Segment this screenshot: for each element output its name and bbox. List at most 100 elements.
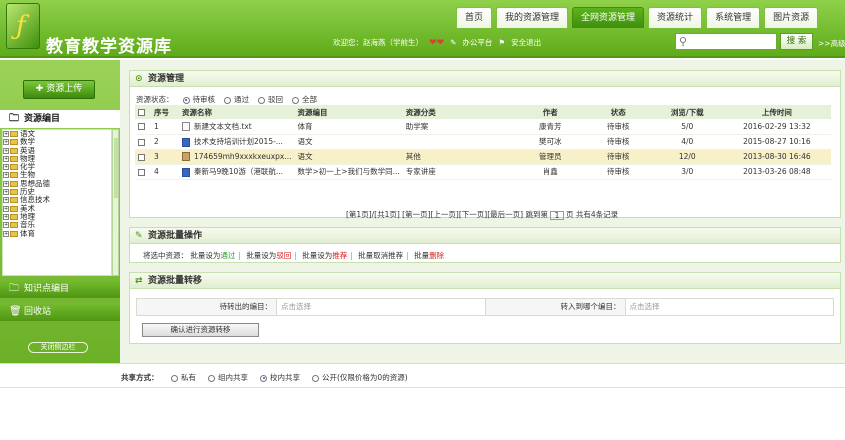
search-button[interactable]: 搜 索 <box>780 33 813 50</box>
status-rejected-radio[interactable]: 驳回 <box>258 94 283 105</box>
share-group-radio[interactable]: 组内共享 <box>208 372 248 383</box>
row-select-cell <box>135 164 151 180</box>
logout-link[interactable]: 安全退出 <box>511 37 541 48</box>
catalog-tree: + 语文 + 数学 + 英语 + 物理 + 化学 + 生物 + 思想品德 + 历史 + 信息技术 … <box>2 129 112 276</box>
batch-delete-link[interactable]: 批量删除 <box>414 251 444 260</box>
tab-my-resources[interactable]: 我的资源管理 <box>496 7 569 28</box>
batch-approve-link[interactable]: 批量设为通过 <box>190 251 235 260</box>
top-header: ƒ 教育教学资源库 首页 我的资源管理 全网资源管理 资源统计 系统管理 图片资… <box>0 0 845 58</box>
share-school-radio[interactable]: 校内共享 <box>260 372 300 383</box>
folder-icon <box>10 205 18 212</box>
share-mode-bar: 共享方式： 私有 组内共享 校内共享 公开(仅限价格为0的资源) <box>0 363 845 388</box>
office-link[interactable]: 办公平台 <box>462 37 492 48</box>
status-all-radio[interactable]: 全部 <box>292 94 317 105</box>
folder-icon <box>10 155 18 162</box>
expand-icon[interactable]: + <box>3 164 9 171</box>
transfer-icon: ⇄ <box>135 276 143 286</box>
upload-button[interactable]: ✚ 资源上传 <box>23 80 95 99</box>
status-pending-radio[interactable]: 待审核 <box>182 94 215 105</box>
batch-reject-link[interactable]: 批量设为驳回 <box>246 251 291 260</box>
to-catalog-label: 转入到哪个编目： <box>485 299 626 315</box>
tab-system[interactable]: 系统管理 <box>706 7 761 28</box>
row-checkbox[interactable] <box>138 123 145 131</box>
section-resource-catalog[interactable]: 🗀 资源编目 <box>0 110 120 128</box>
expand-icon[interactable]: + <box>3 197 9 204</box>
author-cell: 康青芳 <box>515 119 585 135</box>
status-cell: 待审核 <box>584 119 652 135</box>
author-cell: 肖鑫 <box>515 164 585 180</box>
resource-name-link[interactable]: 新建文本文档.txt <box>194 122 252 131</box>
tree-item[interactable]: + 体育 <box>3 229 111 238</box>
expand-icon[interactable]: + <box>3 230 9 237</box>
table-row[interactable]: 3 174659mh9xxxkxeuxpx... 语文 其他 管理员 待审核 1… <box>135 149 831 165</box>
app-title: 教育教学资源库 <box>46 37 172 57</box>
panel-title: ⊙ 资源管理 <box>130 71 840 87</box>
tab-images[interactable]: 图片资源 <box>764 7 819 28</box>
welcome-bar: 欢迎您：赵海燕（学前生） ❤❤ ✎ 办公平台 ⚑ 安全退出 <box>333 37 541 48</box>
scroll-thumb[interactable] <box>114 138 118 198</box>
section-recycle-bin[interactable]: 🗑 回收站 <box>0 303 120 321</box>
tab-home[interactable]: 首页 <box>456 7 493 28</box>
author-cell: 管理员 <box>515 149 585 165</box>
tree-scrollbar[interactable] <box>112 129 119 276</box>
row-select-cell <box>135 119 151 135</box>
resource-name-link[interactable]: 174659mh9xxxkxeuxpx... <box>194 152 292 161</box>
status-cell: 待审核 <box>584 164 652 180</box>
heart-icon: ❤❤ <box>429 37 445 48</box>
category-cell: 专家讲座 <box>402 164 516 180</box>
resource-management-panel: ⊙ 资源管理 资源状态： 待审核 通过 驳回 全部 序号 资源名称 资源编目 资源… <box>129 70 841 220</box>
tab-network-resources[interactable]: 全网资源管理 <box>572 7 645 28</box>
resource-table: 序号 资源名称 资源编目 资源分类 作者 状态 浏览/下载 上传时间 1 新建文… <box>135 105 831 180</box>
resource-name-link[interactable]: 秦新马9晚10游（港联航... <box>194 167 283 176</box>
column-header: 浏览/下载 <box>651 105 723 119</box>
table-row[interactable]: 1 新建文本文档.txt 体育 助学案 康青芳 待审核 5/0 2016-02-… <box>135 119 831 135</box>
expand-icon[interactable]: + <box>3 131 9 137</box>
collapse-sidebar-button[interactable]: 关闭侧边栏 <box>28 342 88 353</box>
expand-icon[interactable]: + <box>3 213 9 220</box>
status-approved-radio[interactable]: 通过 <box>224 94 249 105</box>
from-catalog-select[interactable]: 点击选择 <box>277 299 486 315</box>
expand-icon[interactable]: + <box>3 147 9 154</box>
section-knowledge-catalog[interactable]: 🗀 知识点编目 <box>0 280 120 298</box>
expand-icon[interactable]: + <box>3 222 9 229</box>
main-content: ⊙ 资源管理 资源状态： 待审核 通过 驳回 全部 序号 资源名称 资源编目 资源… <box>120 60 845 363</box>
row-checkbox[interactable] <box>138 138 145 146</box>
expand-icon[interactable]: + <box>3 180 9 187</box>
folder-icon <box>10 222 18 229</box>
office-icon: ✎ <box>450 38 457 47</box>
pagination: [第1页]/[共1页] [第一页][上一页][下一页][最后一页] 跳到第 1 页 … <box>346 209 618 220</box>
tab-statistics[interactable]: 资源统计 <box>648 7 703 28</box>
advanced-search-link[interactable]: >>高级 <box>818 38 845 49</box>
to-catalog-select[interactable]: 点击选择 <box>626 299 834 315</box>
row-select-cell <box>135 134 151 150</box>
pager-links[interactable]: [第1页]/[共1页] [第一页][上一页][下一页][最后一页] 跳到第 <box>346 210 548 219</box>
resource-name-link[interactable]: 技术支持培训计划2015-... <box>194 137 283 146</box>
row-select-cell <box>135 149 151 165</box>
row-number: 3 <box>151 149 179 165</box>
column-header: 作者 <box>515 105 585 119</box>
row-number: 2 <box>151 134 179 150</box>
share-private-radio[interactable]: 私有 <box>171 372 196 383</box>
batch-actions: 将选中资源： 批量设为通过 | 批量设为驳回 | 批量设为推荐 | 批量取消推荐 | 批… <box>143 251 445 260</box>
expand-icon[interactable]: + <box>3 189 9 196</box>
expand-icon[interactable]: + <box>3 205 9 212</box>
batch-unrecommend-link[interactable]: 批量取消推荐 <box>358 251 403 260</box>
share-options: 私有 组内共享 校内共享 公开(仅限价格为0的资源) <box>171 372 408 383</box>
resource-name-cell: 技术支持培训计划2015-... <box>179 134 295 150</box>
confirm-transfer-button[interactable]: 确认进行资源转移 <box>142 323 259 337</box>
search-input[interactable]: ⚲ <box>675 33 777 50</box>
table-row[interactable]: 2 技术支持培训计划2015-... 语文 樊可冰 待审核 4/0 2015-0… <box>135 134 831 150</box>
search-icon: ⚲ <box>679 35 688 48</box>
row-checkbox[interactable] <box>138 168 145 176</box>
batch-recommend-link[interactable]: 批量设为推荐 <box>302 251 347 260</box>
select-all-checkbox[interactable] <box>138 109 145 116</box>
page-jump-input[interactable]: 1 <box>549 210 564 220</box>
row-checkbox[interactable] <box>138 153 145 161</box>
expand-icon[interactable]: + <box>3 139 9 146</box>
row-number: 1 <box>151 119 179 135</box>
table-row[interactable]: 4 秦新马9晚10游（港联航... 数学>初一上>我们与数学同... 专家讲座 … <box>135 164 831 180</box>
share-public-radio[interactable]: 公开(仅限价格为0的资源) <box>312 372 408 383</box>
expand-icon[interactable]: + <box>3 155 9 162</box>
expand-icon[interactable]: + <box>3 172 9 179</box>
folder-icon <box>10 139 18 146</box>
